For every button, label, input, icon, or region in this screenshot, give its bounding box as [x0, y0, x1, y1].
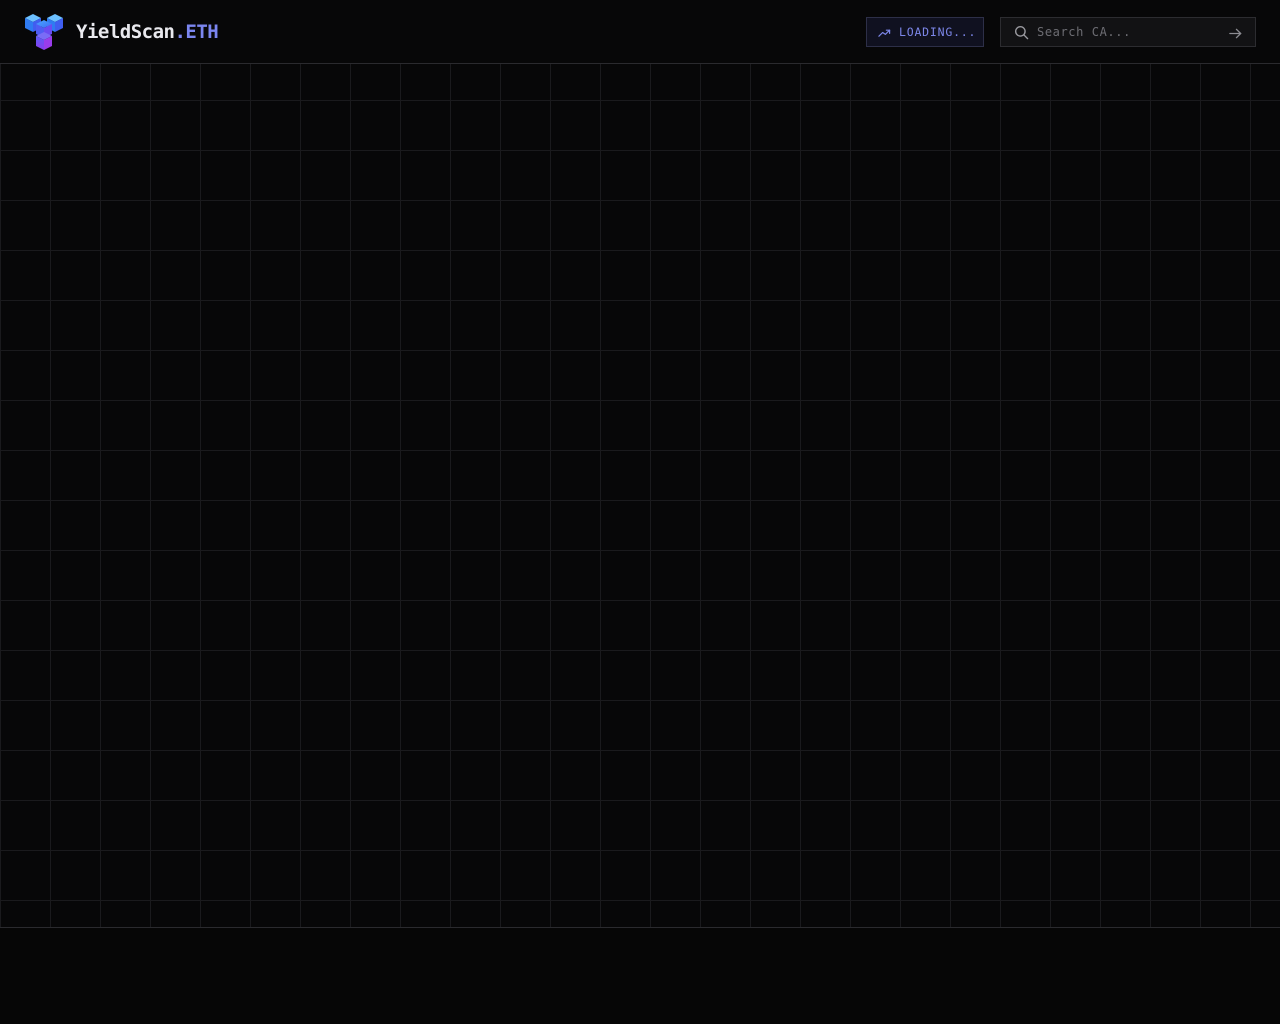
trending-button-label: LOADING...	[899, 25, 977, 39]
footer-area	[0, 928, 1280, 1024]
arrow-right-icon	[1228, 28, 1241, 38]
trending-button[interactable]: LOADING...	[866, 17, 984, 47]
brand-tld: .ETH	[174, 21, 219, 43]
trending-up-icon	[878, 29, 891, 37]
brand-name: YieldScan	[76, 21, 175, 43]
brand-title[interactable]: YieldScan.ETH	[76, 19, 219, 45]
search-box	[1000, 17, 1256, 47]
top-header: YieldScan.ETH LOADING...	[0, 0, 1280, 64]
cube-stack-icon[interactable]	[24, 12, 64, 52]
search-submit-button[interactable]	[1225, 23, 1245, 43]
search-icon	[1014, 25, 1029, 40]
main-content-grid	[0, 64, 1280, 928]
search-input[interactable]	[1037, 22, 1217, 42]
